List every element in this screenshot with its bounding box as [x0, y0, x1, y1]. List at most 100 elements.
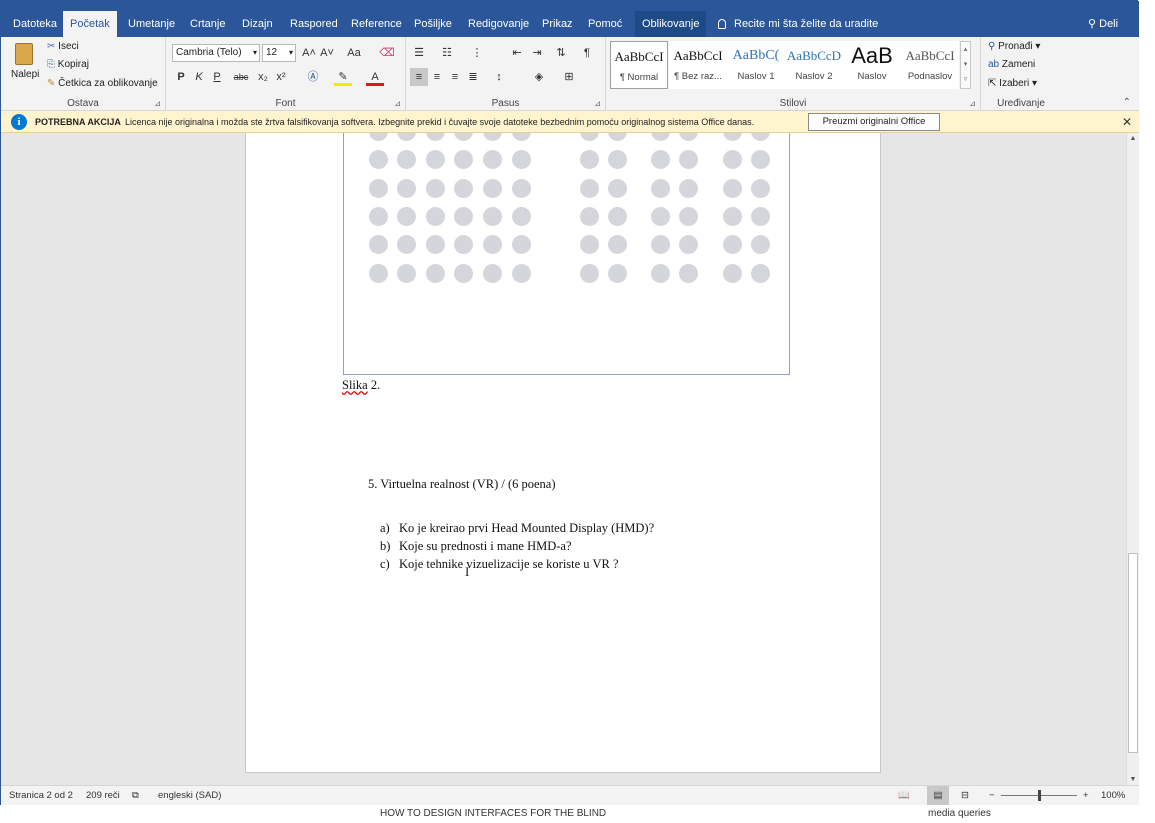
- braille-dot: [454, 235, 473, 254]
- braille-dot: [679, 235, 698, 254]
- strikethrough-button[interactable]: abc: [230, 68, 252, 86]
- underline-button[interactable]: P: [208, 68, 226, 86]
- share-button[interactable]: ⚲ Deli: [1081, 11, 1125, 37]
- scroll-thumb[interactable]: [1128, 553, 1138, 753]
- dialog-launcher-icon[interactable]: ⊿: [394, 99, 401, 108]
- tab-posiljke[interactable]: Pošiljke: [407, 11, 459, 37]
- zoom-in-icon[interactable]: +: [1083, 786, 1089, 806]
- page-count[interactable]: Stranica 2 od 2: [9, 786, 73, 806]
- superscript-button[interactable]: x²: [272, 68, 290, 86]
- shrink-font-icon[interactable]: A˅: [318, 44, 336, 62]
- change-case-icon[interactable]: Aa: [342, 44, 366, 62]
- dialog-launcher-icon[interactable]: ⊿: [154, 99, 161, 108]
- tab-umetanje[interactable]: Umetanje: [121, 11, 182, 37]
- dialog-launcher-icon[interactable]: ⊿: [594, 99, 601, 108]
- font-name-select[interactable]: Cambria (Telo) ▾: [172, 44, 260, 62]
- tab-oblikovanje[interactable]: Oblikovanje: [635, 11, 707, 37]
- braille-dot: [679, 150, 698, 169]
- italic-button[interactable]: K: [190, 68, 208, 86]
- scroll-up-icon[interactable]: ▲: [1127, 135, 1139, 142]
- person-icon: ⚲: [1088, 18, 1097, 30]
- numbering-icon[interactable]: ☷: [438, 44, 456, 62]
- word-count[interactable]: 209 reči: [86, 786, 120, 806]
- get-genuine-office-button[interactable]: Preuzmi originalni Office: [808, 113, 940, 131]
- find-button[interactable]: ⚲ Pronađi ▾: [988, 41, 1040, 52]
- collapse-ribbon-icon[interactable]: ⌃: [1123, 97, 1131, 108]
- license-notice-bar: i POTREBNA AKCIJA Licenca nije originaln…: [1, 111, 1139, 133]
- styles-scroll[interactable]: ▴ ▾ ▿: [960, 41, 971, 89]
- replace-label: Zameni: [1001, 59, 1036, 70]
- tab-crtanje[interactable]: Crtanje: [183, 11, 232, 37]
- paste-label: Nalepi: [11, 69, 40, 80]
- braille-dot: [397, 179, 416, 198]
- language-indicator[interactable]: engleski (SAD): [158, 786, 221, 806]
- tab-redigovanje[interactable]: Redigovanje: [461, 11, 536, 37]
- style-title[interactable]: AaB Naslov: [843, 41, 901, 89]
- justify-icon[interactable]: ≣: [464, 68, 482, 86]
- line-spacing-icon[interactable]: ↕: [490, 68, 508, 86]
- align-left-icon[interactable]: ≡: [410, 68, 428, 86]
- sort-icon[interactable]: ⇅: [552, 44, 570, 62]
- background-text: media queries: [928, 808, 991, 819]
- braille-dot: [580, 133, 599, 141]
- pilcrow-icon[interactable]: ¶: [578, 44, 596, 62]
- paste-button[interactable]: Nalepi: [9, 41, 41, 91]
- clear-format-icon[interactable]: ⌫: [378, 44, 396, 62]
- zoom-level[interactable]: 100%: [1101, 786, 1125, 806]
- style-normal[interactable]: AaBbCcI ¶ Normal: [610, 41, 668, 89]
- zoom-slider-thumb[interactable]: [1038, 790, 1041, 801]
- shading-icon[interactable]: ◈: [530, 68, 548, 86]
- format-painter-button[interactable]: ✎ Četkica za oblikovanje: [47, 78, 158, 89]
- tell-me-text: Recite mi šta želite da uradite: [734, 18, 879, 30]
- proofing-icon[interactable]: ⧉: [132, 786, 139, 806]
- list-marker: c): [380, 557, 390, 571]
- braille-dot: [397, 235, 416, 254]
- braille-dot: [751, 207, 770, 226]
- decrease-indent-icon[interactable]: ⇤: [508, 44, 526, 62]
- braille-dot: [651, 150, 670, 169]
- highlight-icon[interactable]: ✎: [334, 68, 352, 86]
- print-layout-icon[interactable]: ▤: [927, 786, 949, 806]
- braille-dot: [679, 207, 698, 226]
- borders-icon[interactable]: ⊞: [560, 68, 578, 86]
- align-right-icon[interactable]: ≡: [446, 68, 464, 86]
- select-button[interactable]: ⇱ Izaberi ▾: [988, 78, 1037, 89]
- tab-pomoc[interactable]: Pomoć: [581, 11, 629, 37]
- style-heading-1[interactable]: AaBbC(Naslov 1: [727, 41, 785, 89]
- font-name-value: Cambria (Telo): [176, 47, 242, 58]
- bullets-icon[interactable]: ☰: [410, 44, 428, 62]
- font-size-select[interactable]: 12 ▾: [262, 44, 296, 62]
- tab-dizajn[interactable]: Dizajn: [235, 11, 280, 37]
- replace-button[interactable]: ab Zameni: [988, 59, 1035, 70]
- dialog-launcher-icon[interactable]: ⊿: [969, 99, 976, 108]
- tab-raspored[interactable]: Raspored: [283, 11, 345, 37]
- style-heading-2[interactable]: AaBbCcD Naslov 2: [785, 41, 843, 89]
- grow-font-icon[interactable]: A˄: [300, 44, 318, 62]
- font-color-button[interactable]: A: [366, 68, 384, 86]
- multilevel-list-icon[interactable]: ⋮: [468, 44, 486, 62]
- cut-button[interactable]: ✂ Iseci: [47, 41, 79, 52]
- tab-pocetak[interactable]: Početak: [63, 11, 117, 37]
- close-icon[interactable]: ✕: [1122, 111, 1132, 133]
- tab-reference[interactable]: Reference: [344, 11, 409, 37]
- web-layout-icon[interactable]: ⊟: [961, 786, 969, 806]
- tell-me-box[interactable]: Recite mi šta želite da uradite: [711, 11, 885, 37]
- read-mode-icon[interactable]: 📖: [898, 786, 910, 806]
- vertical-scrollbar[interactable]: ▲ ▼: [1126, 133, 1139, 785]
- zoom-out-icon[interactable]: −: [989, 786, 995, 806]
- tab-prikaz[interactable]: Prikaz: [535, 11, 580, 37]
- style-subtitle[interactable]: AaBbCcI Podnaslov: [901, 41, 959, 89]
- align-center-icon[interactable]: ≡: [428, 68, 446, 86]
- scissors-icon: ✂: [47, 41, 56, 52]
- share-label: Deli: [1099, 18, 1119, 30]
- text-effects-icon[interactable]: Ⓐ: [304, 68, 322, 86]
- bold-button[interactable]: P: [172, 68, 190, 86]
- subscript-button[interactable]: x₂: [254, 68, 272, 86]
- copy-button[interactable]: ⎘ Kopiraj: [47, 59, 89, 70]
- list-item: b) Koje su prednosti i mane HMD-a?: [380, 539, 654, 557]
- document-page[interactable]: Slika 2. 5. Virtuelna realnost (VR) / (6…: [245, 133, 881, 773]
- tab-datoteka[interactable]: Datoteka: [6, 11, 64, 37]
- style-no-spacing[interactable]: AaBbCcI ¶ Bez raz...: [669, 41, 727, 89]
- increase-indent-icon[interactable]: ⇥: [528, 44, 546, 62]
- scroll-down-icon[interactable]: ▼: [1127, 776, 1139, 783]
